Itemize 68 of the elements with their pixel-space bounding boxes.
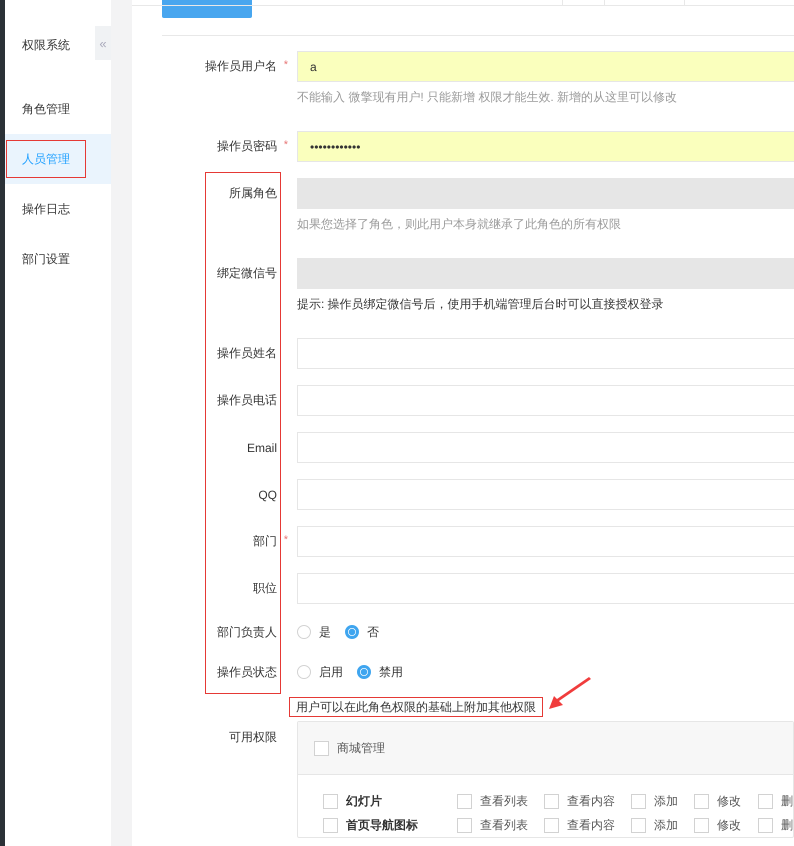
input-field[interactable] [297, 385, 794, 416]
radio-button[interactable] [297, 665, 311, 679]
permission-label: 查看列表 [480, 792, 528, 810]
field-label: 部门 [253, 533, 277, 550]
permission-label: 添加 [654, 792, 678, 810]
radio-label: 否 [367, 624, 379, 640]
help-text: 提示: 操作员绑定微信号后，使用手机端管理后台时可以直接授权登录 [297, 296, 665, 312]
checkbox[interactable] [457, 794, 472, 808]
input-field[interactable] [297, 526, 794, 557]
radio-label: 是 [319, 624, 331, 640]
permission-label: 删 [781, 816, 793, 834]
field-label: QQ [258, 488, 277, 502]
help-text: 不能输入 微擎现有用户! 只能新增 权限才能生效. 新增的从这里可以修改 [297, 89, 678, 105]
checkbox[interactable] [544, 818, 559, 832]
required-mark: * [284, 534, 288, 546]
permission-label: 查看列表 [480, 816, 528, 834]
field-label: 绑定微信号 [217, 265, 277, 282]
field-label: 可用权限 [229, 729, 277, 746]
field-label: 部门负责人 [217, 624, 277, 640]
input-field[interactable] [297, 479, 794, 510]
checkbox[interactable] [694, 794, 709, 808]
field-label: 所属角色 [229, 185, 277, 202]
checkbox[interactable] [314, 740, 329, 756]
field-label: 操作员姓名 [217, 345, 277, 362]
field-label: 职位 [253, 580, 277, 597]
radio-button[interactable] [297, 625, 311, 639]
checkbox[interactable] [631, 794, 646, 808]
checkbox[interactable] [323, 794, 338, 808]
input-field[interactable] [297, 338, 794, 369]
permission-label: 添加 [654, 816, 678, 834]
required-mark: * [284, 59, 288, 71]
group-label: 商城管理 [337, 740, 385, 756]
module-label: 首页导航图标 [346, 816, 418, 834]
add-button[interactable] [162, 0, 252, 18]
field-label: 操作员用户名 [205, 58, 277, 75]
permission-label: 查看内容 [567, 816, 615, 834]
input-field[interactable] [297, 573, 794, 604]
sidebar-title: 权限系统 [22, 38, 70, 52]
radio-button[interactable] [345, 625, 359, 639]
sidebar-item[interactable]: 角色管理 [5, 84, 111, 134]
annotation-note: 用户可以在此角色权限的基础上附加其他权限 [289, 697, 543, 717]
input-field[interactable]: a [297, 51, 794, 82]
annotation-arrow [547, 677, 593, 711]
field-label: Email [246, 440, 277, 454]
field-label: 操作员密码 [217, 138, 277, 155]
checkbox[interactable] [694, 818, 709, 832]
permission-label: 修改 [717, 816, 741, 834]
sidebar-item[interactable]: 部门设置 [5, 234, 111, 284]
module-label: 幻灯片 [346, 792, 382, 810]
permission-label: 修改 [717, 792, 741, 810]
checkbox[interactable] [758, 818, 773, 832]
required-mark: * [284, 139, 288, 151]
input-field[interactable] [297, 432, 794, 463]
checkbox[interactable] [631, 818, 646, 832]
radio-label: 禁用 [379, 664, 403, 680]
permission-label: 删 [781, 792, 793, 810]
radio-button[interactable] [357, 665, 371, 679]
checkbox[interactable] [544, 794, 559, 808]
checkbox[interactable] [758, 794, 773, 808]
help-text: 如果您选择了角色，则此用户本身就继承了此角色的所有权限 [297, 216, 622, 232]
field-label: 操作员电话 [217, 392, 277, 409]
permission-label: 查看内容 [567, 792, 615, 810]
checkbox[interactable] [457, 818, 472, 832]
radio-label: 启用 [319, 664, 343, 680]
sidebar-item[interactable]: 操作日志 [5, 184, 111, 234]
input-field[interactable]: •••••••••••• [297, 131, 794, 162]
field-label: 操作员状态 [217, 664, 277, 680]
checkbox[interactable] [323, 818, 338, 832]
